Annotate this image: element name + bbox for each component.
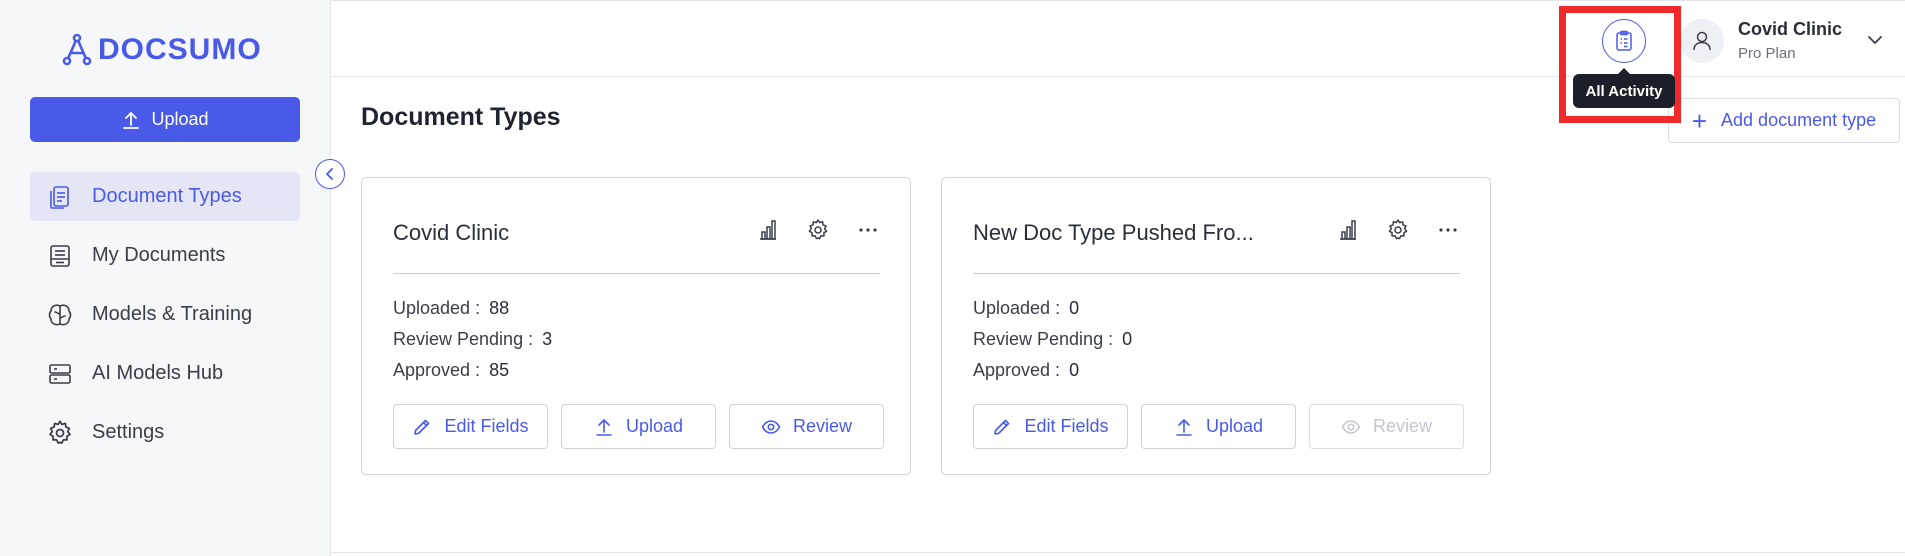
stat-uploaded: Uploaded : 88: [393, 298, 509, 319]
document-type-card[interactable]: Covid Clinic Uploaded : 88 Review Pending…: [361, 177, 911, 475]
card-title: Covid Clinic: [393, 220, 510, 245]
card-divider: [393, 273, 880, 274]
sidebar-item-label: My Documents: [92, 244, 226, 266]
sidebar-item-label: Models & Training: [92, 303, 253, 325]
upload-button[interactable]: Upload: [1141, 404, 1296, 449]
stat-value: 88: [489, 298, 510, 318]
upload-button[interactable]: Upload: [561, 404, 716, 449]
sidebar-item-models-training[interactable]: Models & Training: [30, 290, 300, 339]
sidebar: DOCSUMO Upload Document Types My Documen…: [0, 0, 331, 556]
sidebar-item-my-documents[interactable]: My Documents: [30, 231, 300, 280]
stat-label: Approved :: [973, 360, 1061, 380]
stat-uploaded: Uploaded : 0: [973, 298, 1079, 319]
card-actions: Edit Fields Upload Review: [393, 404, 884, 449]
all-activity-button[interactable]: [1602, 19, 1646, 63]
stat-label: Uploaded :: [973, 298, 1061, 318]
sidebar-item-ai-models-hub[interactable]: AI Models Hub: [30, 349, 300, 398]
user-plan: Pro Plan: [1738, 45, 1796, 62]
user-icon: [1693, 31, 1711, 51]
stat-label: Review Pending :: [393, 329, 534, 349]
document-type-card[interactable]: New Doc Type Pushed Fro... Uploaded : 0 R…: [941, 177, 1491, 475]
stat-value: 85: [489, 360, 510, 380]
stat-label: Review Pending :: [973, 329, 1114, 349]
document-types-icon: [50, 185, 69, 209]
sidebar-item-label: Settings: [92, 421, 165, 443]
server-icon: [49, 363, 71, 384]
chevron-down-icon[interactable]: [1865, 30, 1885, 50]
upload-label: Upload: [1205, 416, 1264, 436]
settings-icon[interactable]: [806, 218, 830, 242]
settings-icon[interactable]: [1386, 218, 1410, 242]
upload-button-label: Upload: [151, 109, 209, 129]
card-toolbar: [1336, 218, 1460, 242]
collapse-sidebar-button[interactable]: [315, 159, 345, 189]
card-actions: Edit Fields Upload Review: [973, 404, 1464, 449]
logo-icon: [62, 33, 92, 66]
sidebar-item-label: AI Models Hub: [92, 362, 224, 384]
all-activity-tooltip: All Activity: [1573, 68, 1675, 108]
upload-icon: [1176, 418, 1192, 436]
stat-review-pending: Review Pending : 0: [973, 329, 1132, 350]
add-document-type-button[interactable]: + Add document type: [1668, 98, 1900, 143]
upload-icon: [123, 111, 140, 129]
user-name: Covid Clinic: [1738, 19, 1843, 39]
analytics-icon[interactable]: [756, 218, 780, 242]
stat-value: 3: [542, 329, 553, 349]
eye-icon: [1341, 419, 1361, 434]
clipboard-activity-icon: [1616, 30, 1632, 51]
edit-fields-button[interactable]: Edit Fields: [393, 404, 548, 449]
stat-value: 0: [1069, 360, 1080, 380]
chevron-left-icon: [326, 168, 333, 180]
stat-approved: Approved : 0: [973, 360, 1079, 381]
edit-fields-label: Edit Fields: [1024, 416, 1109, 436]
gear-icon: [49, 419, 71, 444]
upload-label: Upload: [625, 416, 684, 436]
analytics-icon[interactable]: [1336, 218, 1360, 242]
card-title: New Doc Type Pushed Fro...: [973, 220, 1254, 245]
upload-icon: [596, 418, 612, 436]
sidebar-item-label: Document Types: [92, 185, 242, 207]
upload-button[interactable]: Upload: [30, 97, 300, 142]
avatar[interactable]: [1680, 19, 1724, 63]
sidebar-item-settings[interactable]: Settings: [30, 408, 300, 457]
eye-icon: [761, 419, 781, 434]
logo-text: DOCSUMO: [98, 33, 262, 66]
brain-icon: [48, 303, 72, 325]
more-options-icon[interactable]: [856, 218, 880, 242]
stat-review-pending: Review Pending : 3: [393, 329, 552, 350]
stat-value: 0: [1122, 329, 1133, 349]
edit-fields-button[interactable]: Edit Fields: [973, 404, 1128, 449]
card-toolbar: [756, 218, 880, 242]
plus-icon: +: [1691, 105, 1708, 136]
pencil-icon: [414, 419, 430, 435]
pencil-icon: [994, 419, 1010, 435]
page-title: Document Types: [361, 103, 561, 131]
my-documents-icon: [50, 244, 70, 267]
review-label: Review: [1372, 416, 1433, 436]
stat-approved: Approved : 85: [393, 360, 509, 381]
card-divider: [973, 273, 1460, 274]
review-button[interactable]: Review: [1309, 404, 1464, 449]
stat-label: Uploaded :: [393, 298, 481, 318]
sidebar-item-document-types[interactable]: Document Types: [30, 172, 300, 221]
more-options-icon[interactable]: [1436, 218, 1460, 242]
edit-fields-label: Edit Fields: [444, 416, 529, 436]
add-document-type-label: Add document type: [1721, 110, 1877, 130]
review-label: Review: [792, 416, 853, 436]
divider: [331, 552, 1905, 553]
sidebar-nav: Document Types My Documents Models & Tra…: [30, 172, 300, 467]
docsumo-logo[interactable]: DOCSUMO: [60, 30, 262, 70]
stat-value: 0: [1069, 298, 1080, 318]
stat-label: Approved :: [393, 360, 481, 380]
review-button[interactable]: Review: [729, 404, 884, 449]
